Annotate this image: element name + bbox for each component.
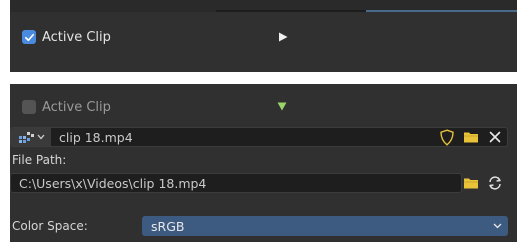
file-path-value: C:\Users\x\Videos\clip 18.mp4 [19, 175, 207, 191]
active-clip-label-bottom: Active Clip [42, 99, 111, 115]
close-icon [489, 131, 501, 143]
color-space-dropdown[interactable]: sRGB [142, 216, 508, 236]
active-clip-toggle-top[interactable]: Active Clip [22, 28, 111, 46]
active-clip-checkbox-top[interactable] [22, 30, 36, 44]
chevron-down-icon [37, 134, 45, 140]
clip-browse-icon [19, 132, 34, 143]
fake-user-button[interactable] [436, 127, 458, 147]
active-clip-label-top: Active Clip [42, 29, 111, 45]
unlink-clip-button[interactable] [484, 127, 506, 147]
tab-divider-dark [216, 10, 366, 12]
top-panel: Active Clip [10, 0, 517, 72]
expand-triangle-icon[interactable] [277, 102, 287, 111]
color-space-value: sRGB [151, 218, 185, 234]
clip-name-value: clip 18.mp4 [59, 129, 133, 145]
reload-icon [489, 176, 501, 190]
clip-selector-field[interactable]: clip 18.mp4 [10, 127, 508, 147]
bottom-panel: Active Clip clip 18.mp4 File Path: C:\Us… [10, 84, 517, 242]
chevron-down-icon [493, 223, 502, 229]
file-path-label-row: File Path: [12, 151, 66, 169]
reload-file-button[interactable] [484, 173, 506, 193]
panel-top-strip [10, 0, 517, 12]
play-triangle-icon[interactable] [278, 32, 288, 42]
open-clip-folder-button[interactable] [460, 127, 482, 147]
active-clip-checkbox-bottom[interactable] [22, 100, 36, 114]
color-space-label-row: Color Space: [12, 217, 88, 235]
active-clip-toggle-bottom[interactable]: Active Clip [22, 98, 111, 116]
folder-icon [464, 132, 478, 143]
fake-user-shield-icon [440, 128, 454, 146]
tab-divider-blue [366, 10, 517, 12]
color-space-label: Color Space: [12, 219, 88, 233]
folder-icon [464, 178, 478, 189]
checkmark-icon [24, 33, 34, 41]
file-path-label: File Path: [12, 153, 67, 167]
file-path-input[interactable]: C:\Users\x\Videos\clip 18.mp4 [10, 173, 462, 193]
clip-browse-button[interactable] [11, 128, 51, 146]
browse-file-button[interactable] [460, 173, 482, 193]
